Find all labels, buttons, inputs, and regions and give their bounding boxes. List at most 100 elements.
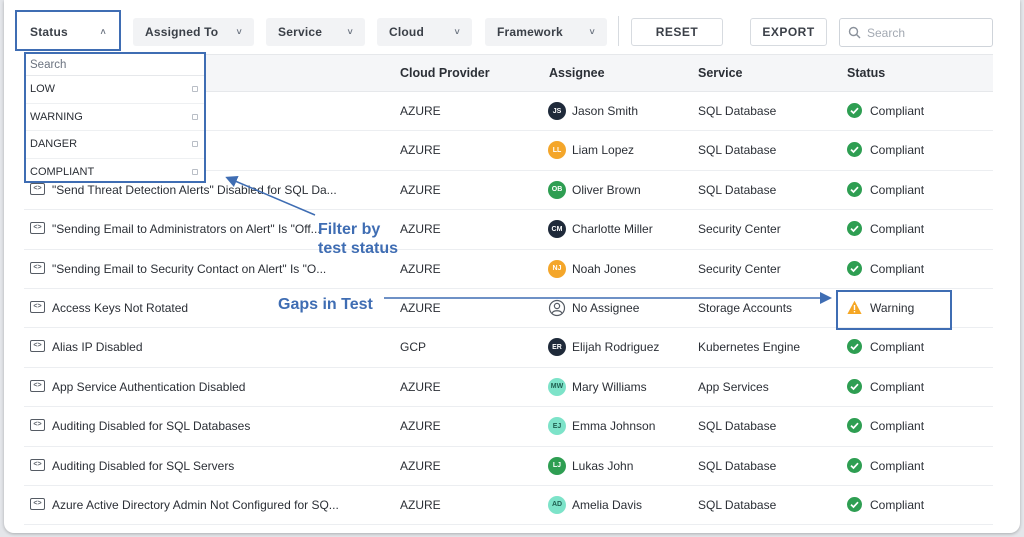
status-label: Compliant (870, 497, 925, 512)
service-name: App Services (698, 379, 769, 394)
avatar: MW (548, 377, 566, 396)
reset-button[interactable]: RESET (631, 18, 723, 46)
avatar: ER (548, 338, 566, 357)
check-circle-icon (847, 103, 862, 118)
table-row[interactable]: <> Access Keys Not Rotated AZURE No Assi… (24, 289, 993, 329)
cloud-filter-button[interactable]: Cloud ˅ (377, 18, 472, 46)
service-name: Kubernetes Engine (698, 340, 801, 355)
cloud-provider: AZURE (400, 182, 441, 197)
test-name[interactable]: "Sending Email to Security Contact on Al… (52, 262, 326, 276)
cloud-provider: AZURE (400, 222, 441, 237)
test-name[interactable]: App Service Authentication Disabled (52, 380, 245, 394)
test-name[interactable]: Alias IP Disabled (52, 340, 143, 354)
status-dropdown: LOW WARNING DANGER COMPLIANT (24, 52, 206, 183)
assignee-name: Charlotte Miller (572, 222, 653, 237)
table-row[interactable]: <> Auditing Disabled for SQL Databases A… (24, 407, 993, 447)
code-window-icon: <> (30, 419, 45, 432)
table-row[interactable]: <> Alias IP Disabled GCP ER Elijah Rodri… (24, 328, 993, 368)
avatar: JS (548, 102, 566, 120)
assigned-to-filter-button[interactable]: Assigned To ˅ (133, 18, 254, 46)
table-row[interactable]: <> Auditing Disabled for SQL Servers AZU… (24, 447, 993, 486)
status-label: Compliant (870, 261, 925, 276)
chevron-down-icon: ˅ (236, 27, 242, 37)
user-outline-icon (548, 299, 566, 317)
assignee-name: Oliver Brown (572, 182, 641, 197)
export-button[interactable]: EXPORT (750, 18, 827, 46)
status-label: Compliant (870, 458, 925, 473)
avatar: EJ (548, 417, 566, 436)
option-label: DANGER (30, 138, 78, 151)
dropdown-option-danger[interactable]: DANGER (26, 131, 204, 159)
cloud-filter-label: Cloud (389, 25, 424, 39)
service-name: SQL Database (698, 143, 777, 158)
check-circle-icon (847, 496, 862, 512)
dropdown-option-warning[interactable]: WARNING (26, 104, 204, 131)
dropdown-search[interactable] (26, 54, 204, 76)
service-name: Security Center (698, 261, 781, 276)
chevron-down-icon: ˅ (454, 27, 460, 37)
check-circle-icon (847, 221, 862, 237)
checkbox-icon[interactable] (192, 113, 198, 120)
app-window: Status ˄ Assigned To ˅ Service ˅ Cloud ˅… (4, 0, 1020, 533)
service-name: SQL Database (698, 419, 777, 434)
cloud-provider: AZURE (400, 419, 441, 434)
chevron-down-icon: ˅ (589, 27, 595, 37)
test-name[interactable]: Auditing Disabled for SQL Servers (52, 459, 234, 473)
status-label: Compliant (870, 222, 925, 237)
table-row[interactable]: <> Azure Active Directory Admin Not Conf… (24, 486, 993, 526)
status-filter-label: Status (30, 25, 68, 39)
test-name[interactable]: Azure Active Directory Admin Not Configu… (52, 498, 339, 512)
assignee-name: Liam Lopez (572, 143, 635, 158)
filter-annotation: Filter by test status (318, 220, 398, 258)
status-label: Warning (870, 300, 915, 315)
test-name[interactable]: "Sending Email to Administrators on Aler… (52, 222, 321, 236)
option-label: COMPLIANT (30, 166, 95, 179)
test-name[interactable]: Auditing Disabled for SQL Databases (52, 419, 250, 433)
check-circle-icon (847, 378, 862, 394)
service-name: Security Center (698, 222, 781, 237)
avatar: CM (548, 220, 566, 239)
cloud-provider: AZURE (400, 300, 441, 315)
option-label: WARNING (30, 110, 83, 123)
code-window-icon: <> (30, 340, 45, 353)
assignee-name: Emma Johnson (572, 419, 656, 434)
search-box[interactable] (839, 18, 993, 47)
search-icon (848, 26, 861, 39)
checkbox-icon[interactable] (192, 86, 198, 93)
check-circle-icon (847, 142, 862, 158)
status-label: Compliant (870, 379, 925, 394)
service-filter-button[interactable]: Service ˅ (266, 18, 365, 46)
filter-annotation-line2: test status (318, 240, 399, 257)
code-window-icon: <> (30, 497, 45, 510)
checkbox-icon[interactable] (192, 141, 198, 148)
table-row[interactable]: <> App Service Authentication Disabled A… (24, 368, 993, 408)
checkbox-icon[interactable] (192, 169, 198, 176)
warning-triangle-icon (847, 300, 862, 314)
status-filter-button[interactable]: Status ˄ (18, 18, 118, 46)
header-assignee: Assignee (549, 66, 605, 80)
cloud-provider: AZURE (400, 379, 441, 394)
avatar: LL (548, 141, 566, 160)
check-circle-icon (847, 260, 862, 276)
header-cloud-provider: Cloud Provider (400, 66, 490, 80)
dropdown-search-input[interactable] (30, 58, 180, 71)
dropdown-option-compliant[interactable]: COMPLIANT (26, 159, 204, 187)
assignee-name: Amelia Davis (572, 497, 643, 512)
code-window-icon: <> (30, 300, 45, 313)
service-name: SQL Database (698, 458, 777, 473)
cloud-provider: AZURE (400, 458, 441, 473)
test-name[interactable]: Access Keys Not Rotated (52, 301, 188, 315)
avatar: LJ (548, 456, 566, 475)
code-window-icon: <> (30, 379, 45, 392)
search-input[interactable] (867, 25, 987, 40)
chevron-up-icon: ˄ (100, 27, 106, 37)
status-label: Compliant (870, 104, 925, 118)
table-row[interactable]: <> "Sending Email to Administrators on A… (24, 210, 993, 250)
framework-filter-button[interactable]: Framework ˅ (485, 18, 607, 46)
dropdown-option-low[interactable]: LOW (26, 76, 204, 104)
assignee-name: Noah Jones (572, 261, 637, 276)
table-row[interactable]: <> "Sending Email to Security Contact on… (24, 250, 993, 289)
chevron-down-icon: ˅ (347, 27, 353, 37)
gaps-annotation: Gaps in Test (278, 296, 373, 313)
framework-filter-label: Framework (497, 25, 563, 39)
